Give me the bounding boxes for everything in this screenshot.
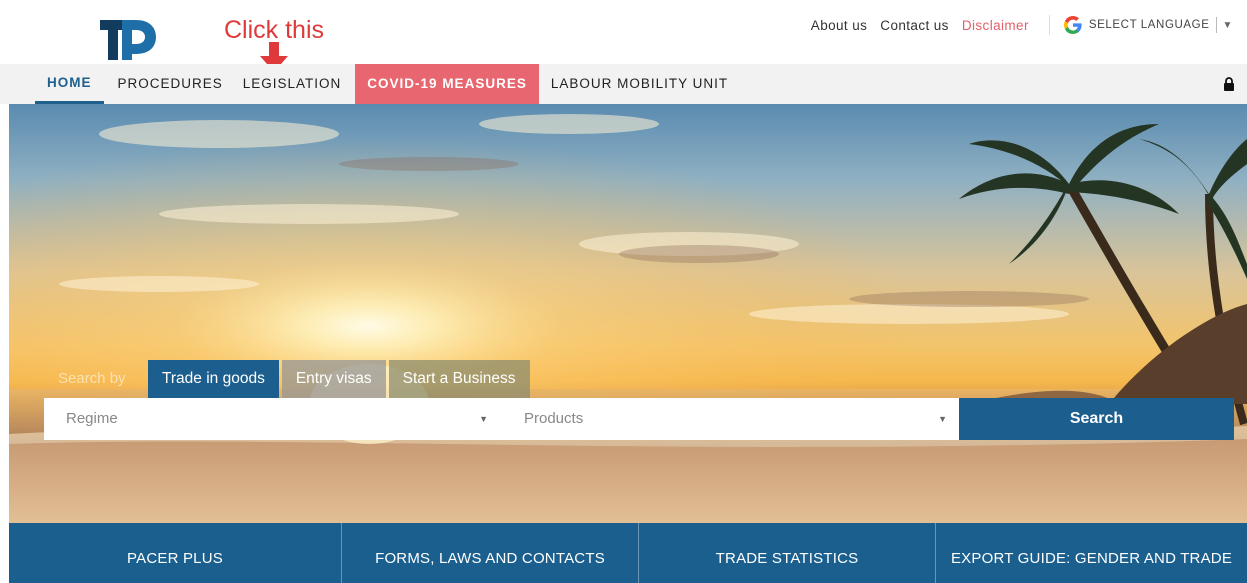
annotation-click-this: Click this: [224, 16, 325, 44]
contact-us-link[interactable]: Contact us: [880, 18, 949, 33]
main-nav: HOME PROCEDURES LEGISLATION COVID-19 MEA…: [0, 64, 1247, 104]
search-button[interactable]: Search: [959, 398, 1234, 440]
search-by-label: Search by: [58, 370, 126, 387]
language-select[interactable]: SELECT LANGUAGE ▼: [1089, 17, 1233, 33]
quick-link-pacer-plus[interactable]: PACER PLUS: [9, 523, 342, 583]
sunset-beach-image: [9, 104, 1247, 523]
quick-link-forms-laws-contacts[interactable]: FORMS, LAWS AND CONTACTS: [342, 523, 639, 583]
caret-down-icon: ▼: [938, 414, 947, 424]
hero-banner: [9, 104, 1247, 523]
nav-item-covid-19-measures[interactable]: COVID-19 MEASURES: [355, 64, 539, 104]
lock-icon[interactable]: [1223, 77, 1235, 91]
search-tabs: Search by Trade in goods Entry visas Sta…: [44, 360, 533, 398]
products-placeholder: Products: [524, 410, 584, 427]
caret-down-icon: ▼: [1222, 19, 1233, 31]
nav-item-labour-mobility-unit[interactable]: LABOUR MOBILITY UNIT: [539, 64, 738, 104]
regime-select[interactable]: Regime ▼: [44, 398, 502, 440]
divider: [1048, 15, 1050, 35]
quick-links-bar: PACER PLUS FORMS, LAWS AND CONTACTS TRAD…: [9, 523, 1247, 583]
language-select-label: SELECT LANGUAGE: [1088, 19, 1210, 31]
products-select[interactable]: Products ▼: [502, 398, 959, 440]
google-g-icon: [1063, 16, 1082, 34]
nav-item-home[interactable]: HOME: [35, 64, 104, 104]
quick-link-trade-statistics[interactable]: TRADE STATISTICS: [639, 523, 936, 583]
regime-placeholder: Regime: [66, 410, 118, 427]
disclaimer-link[interactable]: Disclaimer: [962, 18, 1029, 33]
tp-logo[interactable]: [96, 16, 158, 62]
top-bar: Click this About us Contact us Disclaime…: [0, 0, 1247, 72]
nav-item-procedures[interactable]: PROCEDURES: [104, 64, 233, 104]
tab-start-a-business[interactable]: Start a Business: [388, 360, 530, 398]
tab-trade-in-goods[interactable]: Trade in goods: [148, 360, 279, 398]
about-us-link[interactable]: About us: [811, 18, 868, 33]
tab-entry-visas[interactable]: Entry visas: [281, 360, 386, 398]
top-links: About us Contact us Disclaimer SELECT LA…: [811, 14, 1247, 36]
nav-item-legislation[interactable]: LEGISLATION: [233, 64, 352, 104]
quick-link-export-guide[interactable]: EXPORT GUIDE: GENDER AND TRADE: [936, 523, 1247, 583]
caret-down-icon: ▼: [479, 414, 488, 424]
search-form: Regime ▼ Products ▼ Search: [44, 398, 1234, 440]
